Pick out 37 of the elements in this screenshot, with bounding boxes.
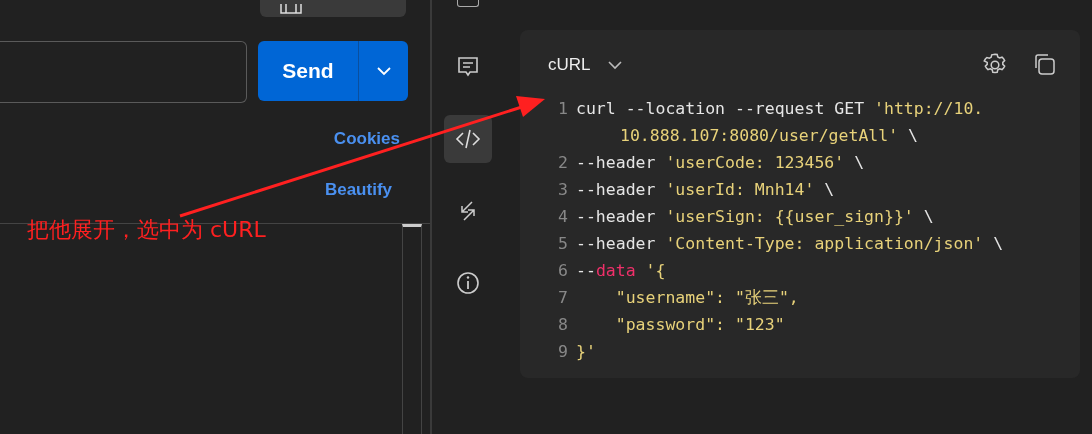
comment-icon (457, 56, 479, 78)
line-number: 4 (557, 206, 568, 228)
send-button[interactable]: Send (258, 41, 359, 101)
url-input-field[interactable] (0, 41, 247, 103)
code-line: 10.888.107:8080/user/getAll' \ (619, 125, 920, 147)
code-line: "username": "张三", (614, 287, 799, 309)
line-number: 2 (557, 152, 568, 174)
line-number: 8 (557, 314, 568, 336)
scrollbar[interactable] (402, 224, 422, 434)
info-icon (456, 271, 480, 295)
code-line: --header 'Content-Type: application/json' \ (576, 233, 1004, 255)
line-number: 7 (557, 287, 568, 309)
line-number: 3 (557, 179, 568, 201)
code-line: "password": "123" (614, 314, 785, 336)
code-line: }' (576, 341, 596, 363)
code-line: --header 'userId: Mnh14' \ (576, 179, 835, 201)
code-icon (455, 128, 481, 150)
toolbar-button[interactable] (260, 0, 406, 17)
beautify-link[interactable]: Beautify (324, 180, 392, 200)
code-line: --data '{ (576, 260, 666, 282)
line-number: 5 (557, 233, 568, 255)
code-line: --header 'userCode: 123456' \ (576, 152, 865, 174)
line-number: 9 (557, 341, 568, 363)
arrows-icon (458, 200, 478, 222)
copy-icon[interactable] (1032, 52, 1056, 76)
code-line: curl --location --request GET 'http://10. (576, 98, 984, 120)
line-number: 6 (557, 260, 568, 282)
code-line: --header 'userSign: {{user_sign}}' \ (576, 206, 934, 228)
language-dropdown[interactable]: cURL (548, 55, 623, 75)
line-number: 1 (557, 98, 568, 120)
box-icon (280, 4, 302, 14)
annotation-text: 把他展开，选中为 cURL (27, 216, 266, 244)
panel-icon[interactable] (457, 0, 479, 7)
chevron-down-icon (606, 60, 623, 70)
cookies-link[interactable]: Cookies (333, 129, 400, 149)
sidebar-button[interactable] (444, 115, 492, 163)
chevron-down-icon (375, 66, 392, 76)
